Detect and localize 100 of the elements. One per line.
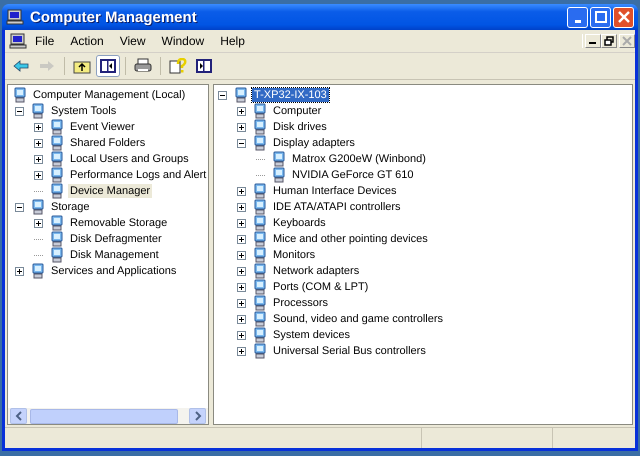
tree-item[interactable]: Network adapters bbox=[271, 264, 362, 278]
help-icon bbox=[169, 58, 187, 74]
expand-toggle[interactable] bbox=[237, 122, 246, 132]
device-icon bbox=[49, 135, 65, 151]
menu-item[interactable]: Window bbox=[154, 34, 212, 48]
device-icon bbox=[252, 231, 268, 247]
expand-toggle[interactable] bbox=[15, 106, 24, 116]
menu-item[interactable]: Help bbox=[212, 34, 253, 48]
expand-toggle[interactable] bbox=[15, 202, 24, 212]
device-icon bbox=[30, 103, 46, 119]
tree-item[interactable]: Disk Defragmenter bbox=[68, 232, 164, 246]
expand-toggle[interactable] bbox=[237, 250, 246, 260]
expand-toggle[interactable] bbox=[237, 314, 246, 324]
device-icon bbox=[252, 343, 268, 359]
expand-toggle[interactable] bbox=[237, 234, 246, 244]
expand-toggle[interactable] bbox=[15, 266, 24, 276]
expand-toggle[interactable] bbox=[34, 122, 43, 132]
scroll-right-button[interactable] bbox=[189, 408, 206, 424]
computer-icon bbox=[9, 33, 27, 49]
expand-toggle[interactable] bbox=[237, 346, 246, 356]
device-icon bbox=[252, 279, 268, 295]
tree-item[interactable]: Matrox G200eW (Winbond) bbox=[290, 152, 428, 166]
tree-item[interactable]: System Tools bbox=[49, 104, 118, 118]
close-icon bbox=[618, 11, 630, 23]
caret-icon bbox=[14, 411, 22, 421]
device-icon bbox=[252, 263, 268, 279]
device-icon bbox=[49, 247, 65, 263]
tree-item[interactable]: Computer Management (Local) bbox=[31, 88, 188, 102]
device-icon bbox=[252, 135, 268, 151]
tree-item[interactable]: NVIDIA GeForce GT 610 bbox=[290, 168, 416, 182]
tree-item[interactable]: Ports (COM & LPT) bbox=[271, 280, 370, 294]
computer-icon bbox=[6, 9, 24, 25]
tree-item[interactable]: Monitors bbox=[271, 248, 318, 262]
device-icon bbox=[30, 263, 46, 279]
tree-item[interactable]: Display adapters bbox=[271, 136, 357, 150]
device-icon bbox=[49, 215, 65, 231]
horizontal-scrollbar[interactable] bbox=[8, 408, 208, 424]
expand-toggle[interactable] bbox=[34, 218, 43, 228]
device-icon bbox=[271, 167, 287, 183]
tree-item[interactable]: IDE ATA/ATAPI controllers bbox=[271, 200, 403, 214]
expand-toggle[interactable] bbox=[237, 282, 246, 292]
right-arrow-icon bbox=[38, 58, 56, 74]
tree-item[interactable]: Human Interface Devices bbox=[271, 184, 398, 198]
restore-button[interactable] bbox=[601, 34, 617, 48]
tree-item[interactable]: Mice and other pointing devices bbox=[271, 232, 430, 246]
device-icon bbox=[252, 327, 268, 343]
tree-item[interactable]: Removable Storage bbox=[68, 216, 170, 230]
tree-item[interactable]: Shared Folders bbox=[68, 136, 148, 150]
tree-item[interactable]: Disk Management bbox=[68, 248, 161, 262]
device-icon bbox=[271, 151, 287, 167]
device-icon bbox=[49, 151, 65, 167]
expand-toggle[interactable] bbox=[218, 90, 227, 100]
tree-item[interactable]: Universal Serial Bus controllers bbox=[271, 344, 428, 358]
tree-item[interactable]: Computer bbox=[271, 104, 324, 118]
expand-toggle[interactable] bbox=[237, 330, 246, 340]
panel-icon bbox=[99, 58, 117, 74]
expand-toggle[interactable] bbox=[34, 170, 43, 180]
tree-item[interactable]: Sound, video and game controllers bbox=[271, 312, 445, 326]
tree-item[interactable]: Local Users and Groups bbox=[68, 152, 191, 166]
expand-toggle[interactable] bbox=[237, 218, 246, 228]
tree-item[interactable]: Event Viewer bbox=[68, 120, 137, 134]
menu-item[interactable]: View bbox=[112, 34, 154, 48]
expand-toggle[interactable] bbox=[237, 138, 246, 148]
tree-item[interactable]: Performance Logs and Alert bbox=[68, 168, 208, 182]
tree-item[interactable]: Disk drives bbox=[271, 120, 329, 134]
tree-item[interactable]: Storage bbox=[49, 200, 92, 214]
minimize-icon bbox=[574, 20, 580, 22]
expand-toggle[interactable] bbox=[34, 138, 43, 148]
tree-item[interactable]: System devices bbox=[271, 328, 352, 342]
expand-toggle[interactable] bbox=[237, 186, 246, 196]
device-icon bbox=[49, 231, 65, 247]
device-icon bbox=[252, 295, 268, 311]
tree-item[interactable]: T-XP32-IX-103 bbox=[252, 88, 329, 102]
expand-toggle[interactable] bbox=[237, 202, 246, 212]
maximize-button[interactable] bbox=[590, 6, 611, 28]
device-icon bbox=[252, 183, 268, 199]
menu-item[interactable]: File bbox=[27, 34, 62, 48]
tree-item[interactable]: Services and Applications bbox=[49, 264, 178, 278]
device-icon bbox=[252, 311, 268, 327]
expand-toggle[interactable] bbox=[237, 298, 246, 308]
minimize-button[interactable] bbox=[585, 34, 601, 48]
tree-item[interactable]: Device Manager bbox=[68, 184, 152, 198]
expand-toggle[interactable] bbox=[237, 266, 246, 276]
expand-toggle[interactable] bbox=[34, 154, 43, 164]
printer-icon bbox=[134, 58, 152, 74]
expand-toggle[interactable] bbox=[237, 106, 246, 116]
tree-toggle-button[interactable] bbox=[96, 55, 120, 77]
caret-icon bbox=[194, 411, 202, 421]
device-icon bbox=[233, 87, 249, 103]
scroll-thumb[interactable] bbox=[30, 408, 178, 424]
tree-item[interactable]: Processors bbox=[271, 296, 330, 310]
device-icon bbox=[12, 87, 28, 103]
close-button[interactable] bbox=[613, 6, 634, 28]
menu-item[interactable]: Action bbox=[62, 34, 112, 48]
left-arrow-icon bbox=[12, 58, 30, 74]
device-icon bbox=[252, 247, 268, 263]
panel-icon bbox=[195, 58, 213, 74]
tree-item[interactable]: Keyboards bbox=[271, 216, 328, 230]
scroll-left-button[interactable] bbox=[10, 408, 27, 424]
device-icon bbox=[252, 215, 268, 231]
